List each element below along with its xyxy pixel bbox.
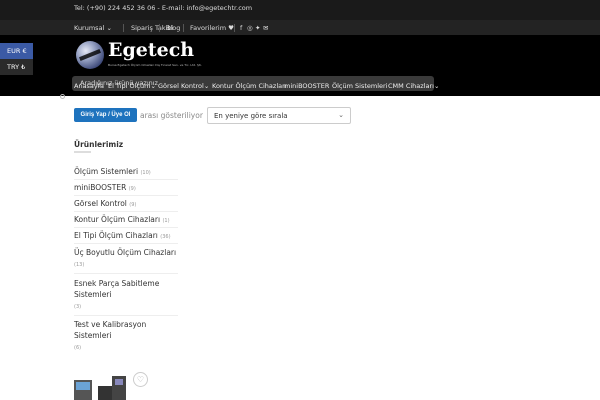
contact-info: Tel: (+90) 224 452 36 06 - E-mail: info@…: [74, 4, 253, 12]
menu-el-tipi-label: El Tipi Ölçüm: [108, 82, 151, 90]
category-name: Test ve Kalibrasyon Sistemleri: [74, 320, 147, 340]
nav-kurumsal[interactable]: Kurumsal ⌄: [74, 24, 112, 32]
category-item[interactable]: Görsel Kontrol (9): [74, 198, 178, 211]
category-divider: [74, 315, 178, 316]
nav-divider: [183, 24, 184, 32]
logo-text[interactable]: Egetech: [108, 39, 194, 61]
category-count: (10): [140, 170, 151, 176]
search-icon[interactable]: [60, 94, 65, 99]
nav-favorilerim-label: Favorilerim: [190, 24, 227, 32]
category-name: Kontur Ölçüm Cihazları: [74, 215, 161, 224]
email-icon[interactable]: ✉: [263, 24, 268, 32]
menu-cmm-label: CMM Cihazları: [388, 82, 434, 90]
category-name: Üç Boyutlu Ölçüm Cihazları: [74, 248, 177, 257]
logo-tagline: Bursa Egetech Ölçüm Cihazları Dış Ticare…: [108, 63, 202, 67]
category-item[interactable]: El Tipi Ölçüm Cihazları (36): [74, 230, 178, 243]
category-item[interactable]: miniBOOSTER (9): [74, 182, 178, 195]
category-divider: [74, 211, 178, 212]
chevron-down-icon: ⌄: [338, 111, 344, 119]
chevron-down-icon: ⌄: [150, 82, 156, 90]
menu-anasayfa[interactable]: Anasayfa: [74, 82, 104, 90]
category-item[interactable]: Kontur Ölçüm Cihazları (1): [74, 214, 178, 227]
login-register-button[interactable]: Giriş Yap / Üye Ol: [74, 108, 137, 122]
category-count: (36): [160, 234, 171, 240]
menu-cmm-cihazlari[interactable]: CMM Cihazları⌄: [388, 82, 439, 90]
nav-divider: [234, 24, 235, 32]
category-divider: [74, 179, 178, 180]
chevron-down-icon: ⌄: [203, 82, 210, 90]
category-count: (13): [74, 262, 85, 268]
chevron-down-icon: ⌄: [433, 82, 440, 90]
category-count: (6): [74, 345, 82, 351]
category-name: Ölçüm Sistemleri: [74, 167, 139, 176]
nav-blog[interactable]: Blog: [166, 24, 180, 32]
heart-icon[interactable]: ♡: [133, 372, 148, 387]
nav-favorilerim[interactable]: Favorilerim ♥: [190, 24, 234, 32]
currency-eur-button[interactable]: EUR €: [0, 43, 33, 59]
category-count: (9): [128, 186, 136, 192]
category-item[interactable]: Üç Boyutlu Ölçüm Cihazları (13): [74, 247, 178, 271]
nav-divider: [159, 24, 160, 32]
product-screen-graphic: [76, 382, 90, 390]
instagram-icon[interactable]: ◎: [247, 24, 253, 32]
nav-divider: [123, 24, 124, 32]
product-image: [112, 376, 126, 400]
logo-globe-icon[interactable]: [76, 41, 104, 69]
menu-el-tipi-olcum[interactable]: El Tipi Ölçüm⌄: [108, 82, 156, 90]
product-screen-graphic: [115, 379, 123, 385]
twitter-icon[interactable]: ✦: [255, 24, 260, 32]
category-name: miniBOOSTER: [74, 183, 127, 192]
category-item[interactable]: Ölçüm Sistemleri (10): [74, 166, 178, 179]
category-divider: [74, 227, 178, 228]
category-item[interactable]: Esnek Parça Sabitleme Sistemleri (3): [74, 278, 178, 313]
sidebar-divider: [74, 151, 91, 153]
sort-select[interactable]: En yeniye göre sırala ⌄: [207, 107, 351, 124]
product-image[interactable]: [74, 380, 92, 400]
category-item[interactable]: Test ve Kalibrasyon Sistemleri (6): [74, 319, 178, 354]
currency-try-button[interactable]: TRY ₺: [0, 59, 33, 75]
menu-olcum-sistemleri[interactable]: Ölçüm Sistemleri: [332, 82, 388, 90]
category-name: Esnek Parça Sabitleme Sistemleri: [74, 279, 160, 299]
menu-minibooster[interactable]: miniBOOSTER: [284, 82, 329, 90]
chevron-down-icon: ⌄: [106, 24, 112, 32]
menu-gorsel-label: Görsel Kontrol: [158, 82, 204, 90]
category-divider: [74, 195, 178, 196]
nav-kurumsal-label: Kurumsal: [74, 24, 105, 32]
category-divider: [74, 243, 178, 244]
product-image: [98, 386, 112, 400]
category-count: (3): [74, 304, 82, 310]
menu-gorsel-kontrol[interactable]: Görsel Kontrol⌄: [158, 82, 209, 90]
result-count-text: arası gösteriliyor: [140, 111, 203, 120]
facebook-icon[interactable]: f: [240, 24, 242, 32]
sidebar-title: Ürünlerimiz: [74, 140, 124, 149]
category-count: (9): [129, 202, 137, 208]
top-nav-bar: Kurumsal ⌄ Sipariş Takibi Blog Favoriler…: [0, 20, 600, 35]
category-count: (1): [162, 218, 170, 224]
top-contact-bar: Tel: (+90) 224 452 36 06 - E-mail: info@…: [0, 0, 600, 20]
category-name: Görsel Kontrol: [74, 199, 127, 208]
menu-kontur-olcum[interactable]: Kontur Ölçüm Cihazları: [212, 82, 287, 90]
category-divider: [74, 273, 178, 274]
sort-select-value: En yeniye göre sırala: [214, 112, 288, 120]
category-name: El Tipi Ölçüm Cihazları: [74, 231, 158, 240]
